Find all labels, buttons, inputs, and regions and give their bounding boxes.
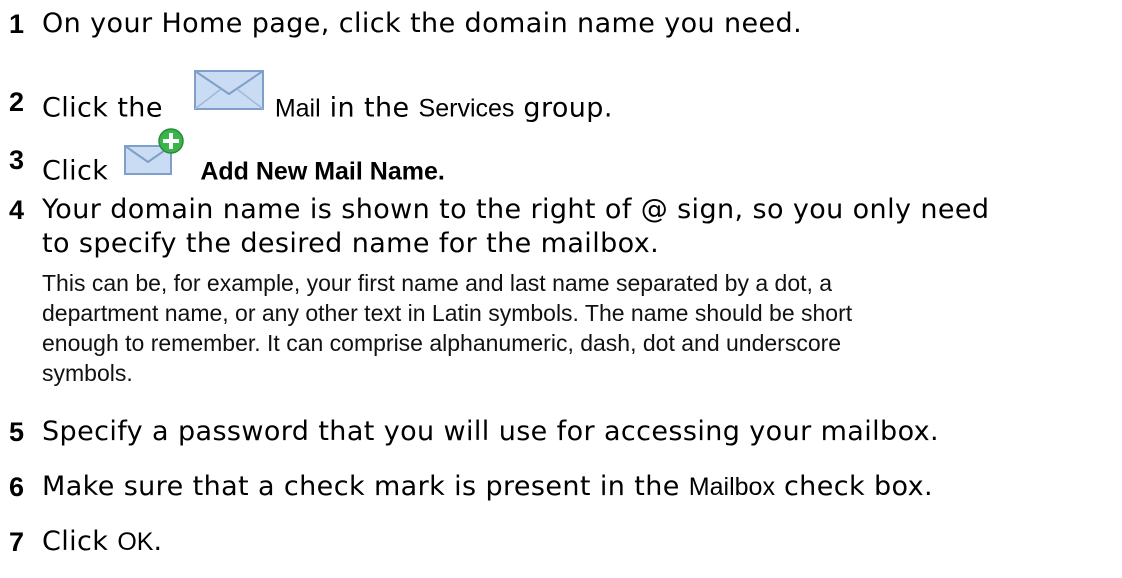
step-text: Click the Mail in the Services group. [42, 70, 613, 134]
step-number: 1 [9, 9, 25, 39]
step-text-middle: in the [329, 92, 410, 124]
step-number: 5 [9, 417, 25, 447]
note-line: enough to remember. It can comprise alph… [42, 330, 842, 356]
services-label: Services [418, 94, 515, 123]
step-number: 4 [9, 195, 25, 225]
step-text-line-2: to specify the desired name for the mail… [42, 228, 660, 259]
step-text-before: Click the [42, 92, 163, 124]
step-text-before: Click [42, 155, 109, 187]
add-mail-name-icon [123, 128, 187, 188]
step-text: Make sure that a check mark is present i… [42, 469, 933, 505]
step-text-after: group. [523, 92, 613, 124]
step-text-after: . [153, 526, 163, 557]
step-text-after: . [437, 157, 445, 186]
step-text: Specify a password that you will use for… [42, 416, 940, 447]
step-4-note: This can be, for example, your first nam… [42, 268, 1082, 388]
add-new-mail-name-label: Add New Mail Name [200, 157, 438, 186]
step-number: 3 [9, 145, 25, 175]
step-number: 2 [9, 87, 25, 117]
step-text: On your Home page, click the domain name… [42, 8, 803, 39]
note-line: department name, or any other text in La… [42, 300, 853, 326]
mailbox-label: Mailbox [688, 473, 775, 501]
ok-label: OK [117, 528, 154, 556]
step-text-line-1: Your domain name is shown to the right o… [42, 194, 990, 225]
step-text-before: Click [42, 526, 109, 557]
mail-label: Mail [274, 94, 321, 123]
note-line: This can be, for example, your first nam… [42, 270, 833, 296]
step-text-after: check box. [783, 471, 933, 502]
note-line: symbols. [42, 360, 133, 386]
mail-envelope-icon [193, 70, 264, 120]
step-text-before: Make sure that a check mark is present i… [42, 471, 680, 502]
step-number: 6 [9, 472, 25, 502]
step-text: Click OK. [42, 524, 162, 560]
step-number: 7 [9, 527, 25, 557]
